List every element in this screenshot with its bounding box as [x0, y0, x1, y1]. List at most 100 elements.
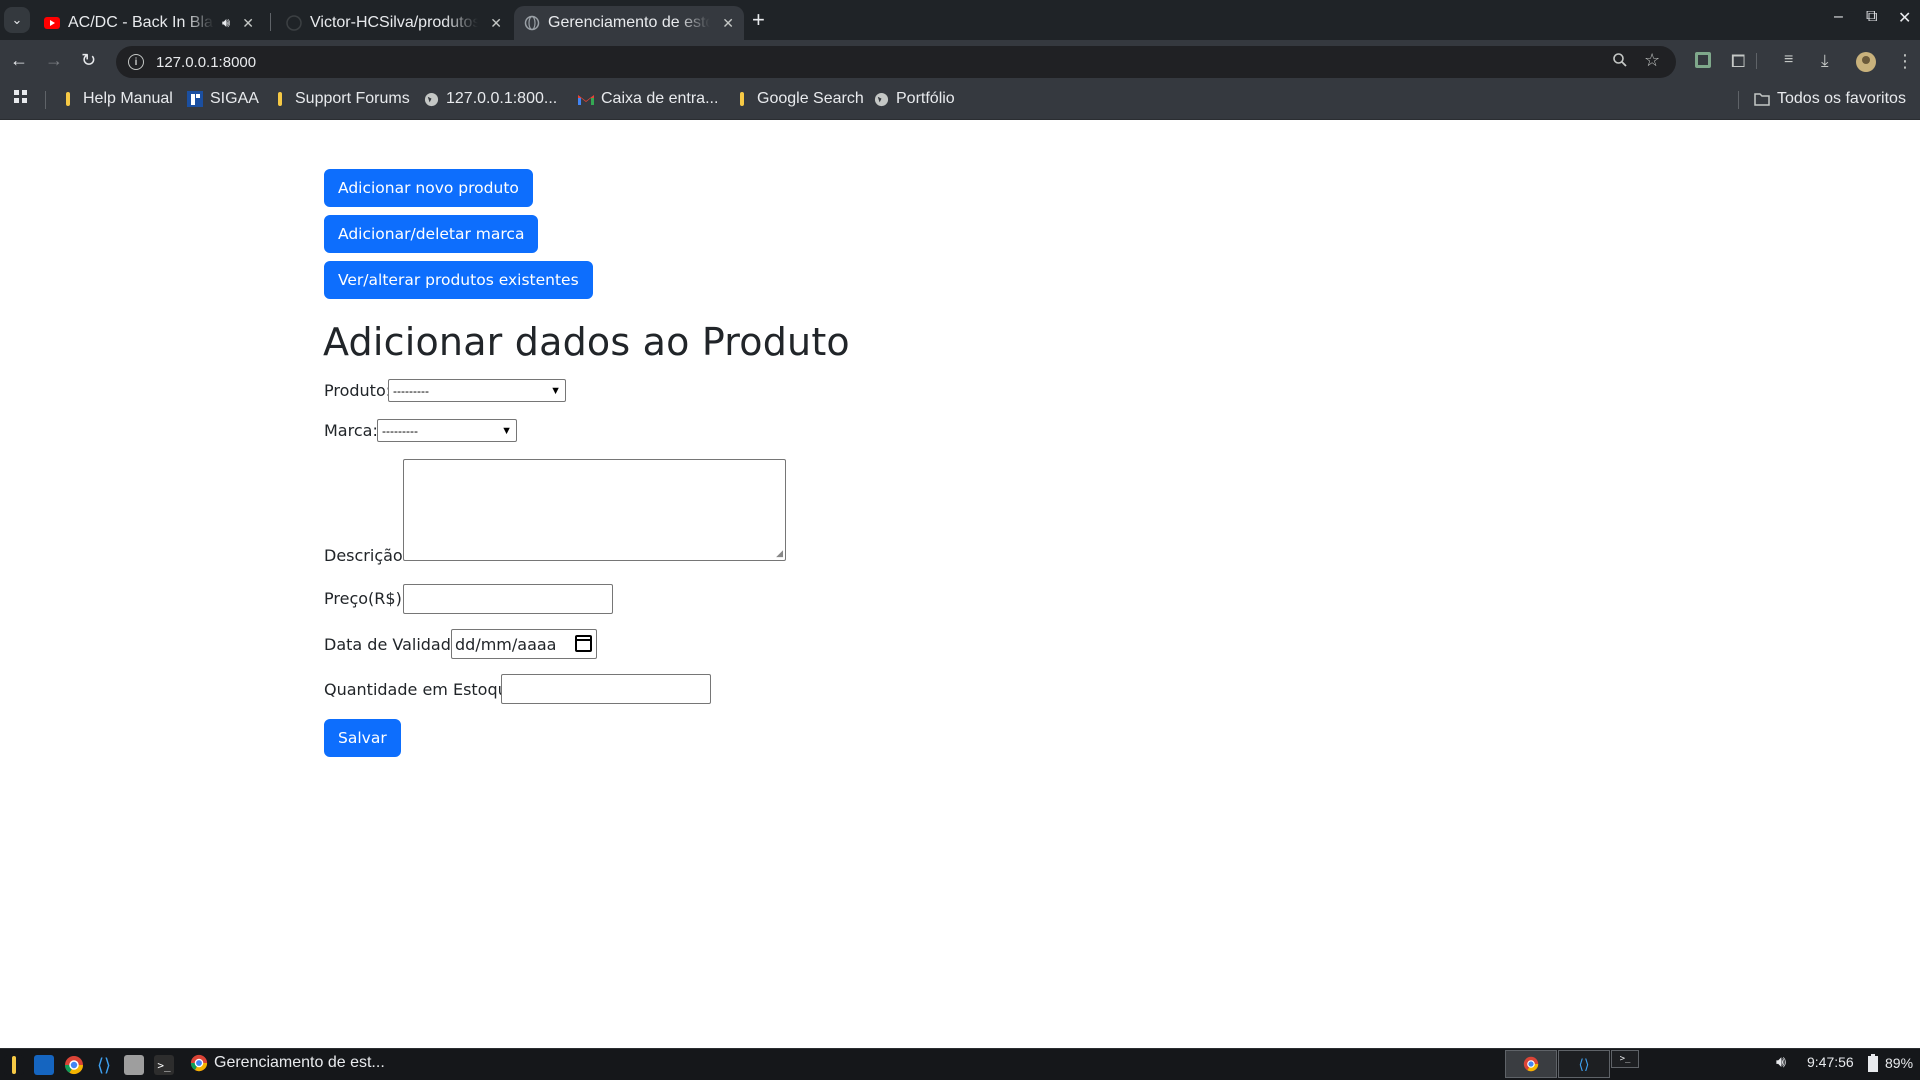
date-placeholder: dd/mm/aaaa	[455, 634, 557, 654]
taskbar-window-title: Gerenciamento de est...	[214, 1054, 385, 1071]
close-tab-icon[interactable]: ✕	[242, 15, 254, 32]
calendar-icon[interactable]	[575, 635, 592, 652]
tab-github[interactable]: Victor-HCSilva/produtos ✕	[276, 6, 512, 40]
chrome-icon[interactable]	[64, 1055, 84, 1075]
add-product-button[interactable]: Adicionar novo produto	[324, 169, 533, 207]
stock-quantity-input[interactable]	[501, 674, 711, 704]
terminal-icon: >_	[1619, 1054, 1631, 1064]
file-manager-icon[interactable]	[34, 1055, 54, 1075]
bookmark-gmail[interactable]: Caixa de entra...	[578, 90, 718, 108]
description-label: Descrição:	[324, 546, 409, 565]
github-icon	[286, 15, 302, 31]
apps-icon[interactable]	[14, 90, 28, 104]
expiry-date-label: Data de Validade:	[324, 635, 467, 654]
bookmark-label: 127.0.0.1:800...	[446, 90, 558, 107]
site-info-icon[interactable]: i	[128, 54, 144, 70]
tab-title: Gerenciamento de estoque	[548, 14, 711, 31]
globe-icon	[524, 15, 540, 31]
tab-title: Victor-HCSilva/produtos	[310, 14, 479, 31]
close-window-icon[interactable]: ✕	[1898, 8, 1911, 28]
battery-icon	[1868, 1054, 1878, 1072]
tab-youtube[interactable]: AC/DC - Back In Black 🔊︎ ✕	[34, 6, 270, 40]
chrome-icon	[1523, 1056, 1539, 1072]
resize-handle-icon[interactable]: ◢	[776, 548, 783, 559]
price-input[interactable]	[403, 584, 613, 614]
vscode-icon[interactable]: ⟨⟩	[94, 1055, 114, 1075]
menu-kebab-icon[interactable]: ⋮	[1896, 51, 1914, 72]
media-control-icon[interactable]: ≡	[1784, 51, 1793, 69]
bookmark-bulb-icon	[734, 91, 750, 107]
view-edit-products-button[interactable]: Ver/alterar produtos existentes	[324, 261, 593, 299]
extension-icon[interactable]	[1694, 51, 1712, 74]
bookmark-star-icon[interactable]: ☆	[1644, 50, 1660, 71]
new-tab-icon[interactable]: +	[752, 8, 765, 32]
tab-search-button[interactable]: ⌄	[4, 7, 30, 33]
restore-icon[interactable]: ⧉	[1866, 8, 1877, 26]
chevron-down-icon: ⌄	[11, 12, 23, 27]
bookmark-localhost[interactable]: 127.0.0.1:800...	[423, 90, 557, 108]
puzzle-icon[interactable]: ⧠	[1731, 51, 1745, 72]
close-tab-icon[interactable]: ✕	[722, 15, 734, 32]
brand-label: Marca:	[324, 421, 378, 440]
bookmark-label: Support Forums	[295, 90, 410, 107]
expiry-date-input[interactable]: dd/mm/aaaa	[451, 629, 597, 659]
bookmark-help-manual[interactable]: Help Manual	[60, 90, 173, 108]
brand-select-value: ---------	[382, 423, 418, 438]
vscode-icon: ⟨⟩	[1578, 1055, 1590, 1072]
all-bookmarks-folder[interactable]: Todos os favoritos	[1754, 90, 1906, 108]
bookmark-portfolio[interactable]: Portfólio	[873, 90, 955, 108]
bookmarks-divider	[45, 91, 46, 109]
launcher-icon[interactable]	[4, 1055, 24, 1075]
tab-gerenciamento[interactable]: Gerenciamento de estoque ✕	[514, 6, 744, 40]
bookmark-label: Help Manual	[83, 90, 173, 107]
workspace-3[interactable]: >_	[1611, 1050, 1639, 1068]
youtube-icon	[44, 15, 60, 31]
battery-indicator[interactable]: 89%	[1867, 1054, 1913, 1072]
url-text: 127.0.0.1:8000	[156, 53, 257, 71]
bookmarks-divider	[1738, 91, 1739, 109]
bookmark-label: SIGAA	[210, 90, 259, 107]
volume-icon[interactable]: 🔊︎	[1776, 1054, 1786, 1072]
globe-icon	[873, 91, 889, 107]
product-select-value: ---------	[393, 383, 429, 398]
minimize-icon[interactable]: –	[1834, 8, 1843, 26]
terminal-icon[interactable]: >_	[154, 1055, 174, 1075]
product-label: Produto:	[324, 381, 392, 400]
zoom-icon[interactable]	[1612, 52, 1628, 73]
battery-percent: 89%	[1885, 1055, 1914, 1071]
download-icon[interactable]: ⤓	[1821, 51, 1829, 71]
brand-select[interactable]: --------- ▼	[377, 419, 517, 442]
toolbar-divider	[1756, 53, 1757, 69]
product-select[interactable]: --------- ▼	[388, 379, 566, 402]
save-button[interactable]: Salvar	[324, 719, 401, 757]
bookmark-bulb-icon	[60, 91, 76, 107]
taskbar-window-chrome[interactable]: Gerenciamento de est...	[190, 1054, 385, 1072]
add-delete-brand-button[interactable]: Adicionar/deletar marca	[324, 215, 539, 253]
chevron-down-icon: ▼	[501, 424, 512, 437]
bookmark-support-forums[interactable]: Support Forums	[272, 90, 410, 108]
sigaa-icon	[187, 91, 203, 107]
back-icon[interactable]: ←	[10, 50, 28, 71]
bookmark-label: Portfólio	[896, 90, 955, 107]
folder-icon	[1754, 91, 1770, 107]
page-content	[0, 120, 1920, 1048]
avatar[interactable]	[1856, 52, 1876, 77]
bookmark-label: Todos os favoritos	[1777, 90, 1906, 107]
text-editor-icon[interactable]	[124, 1055, 144, 1075]
clock-time: 9:47:56	[1807, 1054, 1854, 1070]
tab-divider	[270, 13, 271, 31]
workspace-1[interactable]	[1505, 1050, 1557, 1078]
speaker-icon[interactable]: 🔊︎	[222, 15, 230, 31]
close-tab-icon[interactable]: ✕	[490, 15, 502, 32]
workspace-2[interactable]: ⟨⟩	[1558, 1050, 1610, 1078]
price-label: Preço(R$):	[324, 589, 408, 608]
reload-icon[interactable]: ↻	[81, 50, 96, 71]
description-textarea[interactable]: ◢	[403, 459, 786, 561]
address-bar[interactable]: i 127.0.0.1:8000	[116, 46, 1676, 78]
bookmark-label: Caixa de entra...	[601, 90, 719, 107]
bookmark-sigaa[interactable]: SIGAA	[187, 90, 259, 108]
bookmark-google-search[interactable]: Google Search	[734, 90, 864, 108]
clock[interactable]: 9:47:56	[1807, 1054, 1854, 1070]
chevron-down-icon: ▼	[550, 384, 561, 397]
forward-icon[interactable]: →	[45, 50, 63, 71]
